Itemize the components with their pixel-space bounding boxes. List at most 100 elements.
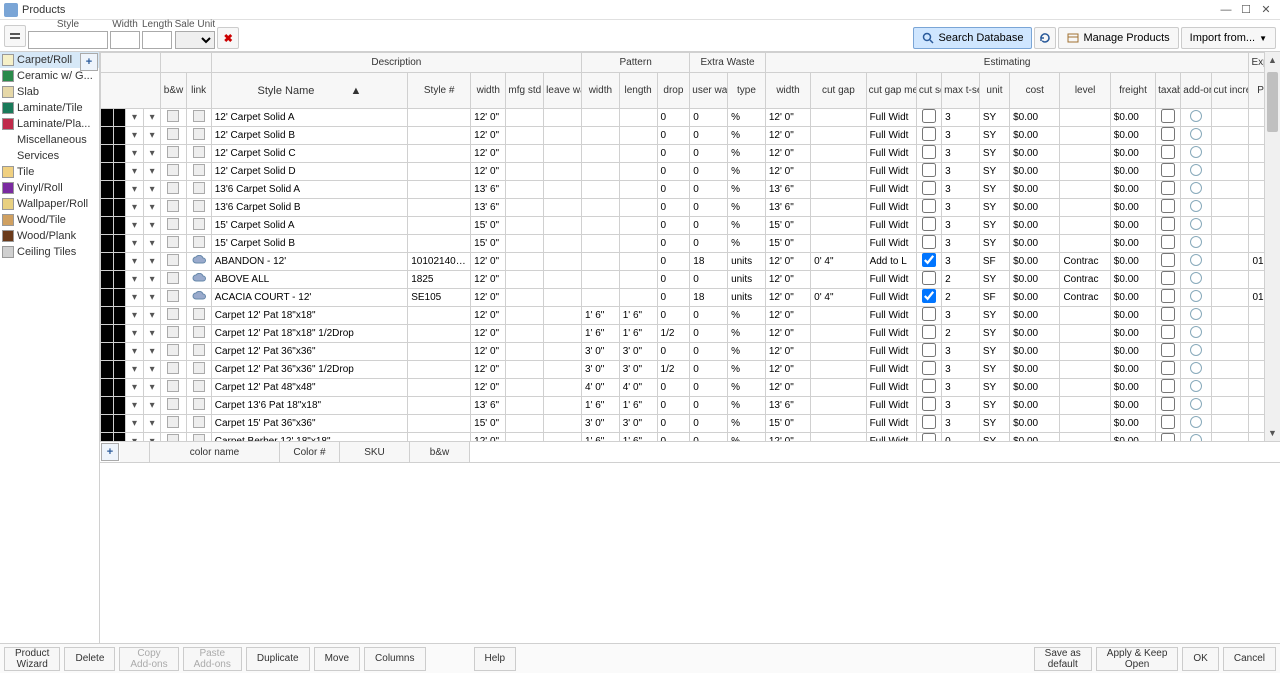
cell-type[interactable]: % (728, 361, 766, 379)
row-dropdown[interactable]: ▾ (126, 181, 144, 199)
cut-sq-checkbox[interactable] (922, 235, 936, 249)
cell-drop[interactable]: 0 (657, 181, 690, 199)
cell-cut-sq[interactable] (916, 289, 941, 307)
cell-taxable[interactable] (1156, 199, 1181, 217)
cell-type[interactable]: % (728, 415, 766, 433)
row-color-swatch[interactable] (101, 325, 114, 343)
cell-cut-increment[interactable] (1211, 145, 1249, 163)
cell-cost[interactable]: $0.00 (1010, 181, 1060, 199)
cell-style-name[interactable]: 13'6 Carpet Solid A (211, 181, 407, 199)
row-dropdown-2[interactable]: ▾ (143, 379, 161, 397)
cell-drop[interactable]: 0 (657, 379, 690, 397)
link-icon[interactable] (186, 397, 211, 415)
cell-width[interactable]: 12' 0" (471, 325, 506, 343)
cell-addons[interactable] (1181, 397, 1211, 415)
row-color-swatch[interactable] (101, 181, 114, 199)
cell-pattern-length[interactable] (619, 217, 657, 235)
col-taxable[interactable]: taxable (1156, 73, 1181, 109)
cell-cut-sq[interactable] (916, 271, 941, 289)
cell-leave-waste[interactable] (544, 217, 582, 235)
cell-mfg-length[interactable] (506, 163, 544, 181)
col-cut-sq[interactable]: cut sq (916, 73, 941, 109)
cell-style-no[interactable] (408, 343, 471, 361)
row-dropdown-2[interactable]: ▾ (143, 289, 161, 307)
row-dropdown[interactable]: ▾ (126, 325, 144, 343)
cell-style-no[interactable] (408, 145, 471, 163)
taxable-checkbox[interactable] (1161, 343, 1175, 357)
cell-style-name[interactable]: 12' Carpet Solid C (211, 145, 407, 163)
row-color-swatch-2[interactable] (113, 199, 126, 217)
addons-refresh-icon[interactable] (1190, 344, 1202, 356)
cell-max-tseams[interactable]: 0 (942, 433, 980, 443)
cell-style-name[interactable]: Carpet 12' Pat 18"x18" (211, 307, 407, 325)
cell-cost[interactable]: $0.00 (1010, 361, 1060, 379)
cell-cut-gap[interactable]: 0' 4" (811, 289, 866, 307)
cell-cut-gap-method[interactable]: Full Widt (866, 307, 916, 325)
link-icon[interactable] (186, 199, 211, 217)
cell-max-tseams[interactable]: 3 (942, 181, 980, 199)
cell-cut-increment[interactable] (1211, 181, 1249, 199)
cell-style-name[interactable]: ABANDON - 12' (211, 253, 407, 271)
cell-cut-increment[interactable] (1211, 289, 1249, 307)
link-icon[interactable] (186, 145, 211, 163)
bw-icon[interactable] (161, 163, 186, 181)
cell-leave-waste[interactable] (544, 235, 582, 253)
category-item[interactable]: Wallpaper/Roll (0, 196, 99, 212)
cell-cut-increment[interactable] (1211, 199, 1249, 217)
cell-pattern-length[interactable]: 3' 0" (619, 361, 657, 379)
cell-style-no[interactable] (408, 127, 471, 145)
cell-type[interactable]: % (728, 163, 766, 181)
cell-pattern-width[interactable]: 1' 6" (581, 397, 619, 415)
bw-icon[interactable] (161, 145, 186, 163)
taxable-checkbox[interactable] (1161, 325, 1175, 339)
cell-mfg-length[interactable] (506, 145, 544, 163)
cell-width[interactable]: 12' 0" (471, 253, 506, 271)
cut-sq-checkbox[interactable] (922, 163, 936, 177)
cell-style-name[interactable]: 15' Carpet Solid B (211, 235, 407, 253)
taxable-checkbox[interactable] (1161, 145, 1175, 159)
cell-leave-waste[interactable] (544, 181, 582, 199)
cell-style-name[interactable]: Carpet 12' Pat 36"x36" (211, 343, 407, 361)
taxable-checkbox[interactable] (1161, 415, 1175, 429)
cell-cost[interactable]: $0.00 (1010, 379, 1060, 397)
cell-cut-gap[interactable] (811, 397, 866, 415)
cell-unit[interactable]: SY (979, 127, 1009, 145)
cell-cut-gap[interactable] (811, 415, 866, 433)
cell-cut-sq[interactable] (916, 307, 941, 325)
cell-pattern-width[interactable] (581, 289, 619, 307)
cut-sq-checkbox[interactable] (922, 307, 936, 321)
cell-pattern-length[interactable] (619, 199, 657, 217)
paste-addons-button[interactable]: Paste Add-ons (183, 647, 242, 671)
cell-cut-sq[interactable] (916, 145, 941, 163)
row-color-swatch[interactable] (101, 145, 114, 163)
cell-unit[interactable]: SY (979, 235, 1009, 253)
table-row[interactable]: ▾▾15' Carpet Solid B15' 0"00%15' 0"Full … (101, 235, 1280, 253)
cell-freight[interactable]: $0.00 (1110, 181, 1155, 199)
cell-max-tseams[interactable]: 2 (942, 289, 980, 307)
row-color-swatch-2[interactable] (113, 289, 126, 307)
cell-cost[interactable]: $0.00 (1010, 433, 1060, 443)
row-dropdown[interactable]: ▾ (126, 127, 144, 145)
cell-pattern-width[interactable] (581, 271, 619, 289)
hdr-estimating[interactable]: Estimating (765, 53, 1249, 73)
cell-est-width[interactable]: 12' 0" (765, 361, 810, 379)
cell-type[interactable]: % (728, 127, 766, 145)
scroll-up-icon[interactable]: ▲ (1265, 52, 1280, 68)
sub-col-color-name[interactable]: color name (150, 442, 280, 462)
row-color-swatch-2[interactable] (113, 271, 126, 289)
cell-freight[interactable]: $0.00 (1110, 325, 1155, 343)
cell-cut-sq[interactable] (916, 433, 941, 443)
cell-type[interactable]: units (728, 253, 766, 271)
cell-pattern-width[interactable] (581, 163, 619, 181)
bw-icon[interactable] (161, 415, 186, 433)
taxable-checkbox[interactable] (1161, 271, 1175, 285)
table-row[interactable]: ▾▾12' Carpet Solid B12' 0"00%12' 0"Full … (101, 127, 1280, 145)
cell-taxable[interactable] (1156, 253, 1181, 271)
row-dropdown-2[interactable]: ▾ (143, 127, 161, 145)
col-cut-gap-method[interactable]: cut gap method (866, 73, 916, 109)
cell-width[interactable]: 15' 0" (471, 235, 506, 253)
cell-leave-waste[interactable] (544, 163, 582, 181)
cell-cut-sq[interactable] (916, 109, 941, 127)
cell-est-width[interactable]: 12' 0" (765, 325, 810, 343)
cell-user-waste[interactable]: 0 (690, 109, 728, 127)
